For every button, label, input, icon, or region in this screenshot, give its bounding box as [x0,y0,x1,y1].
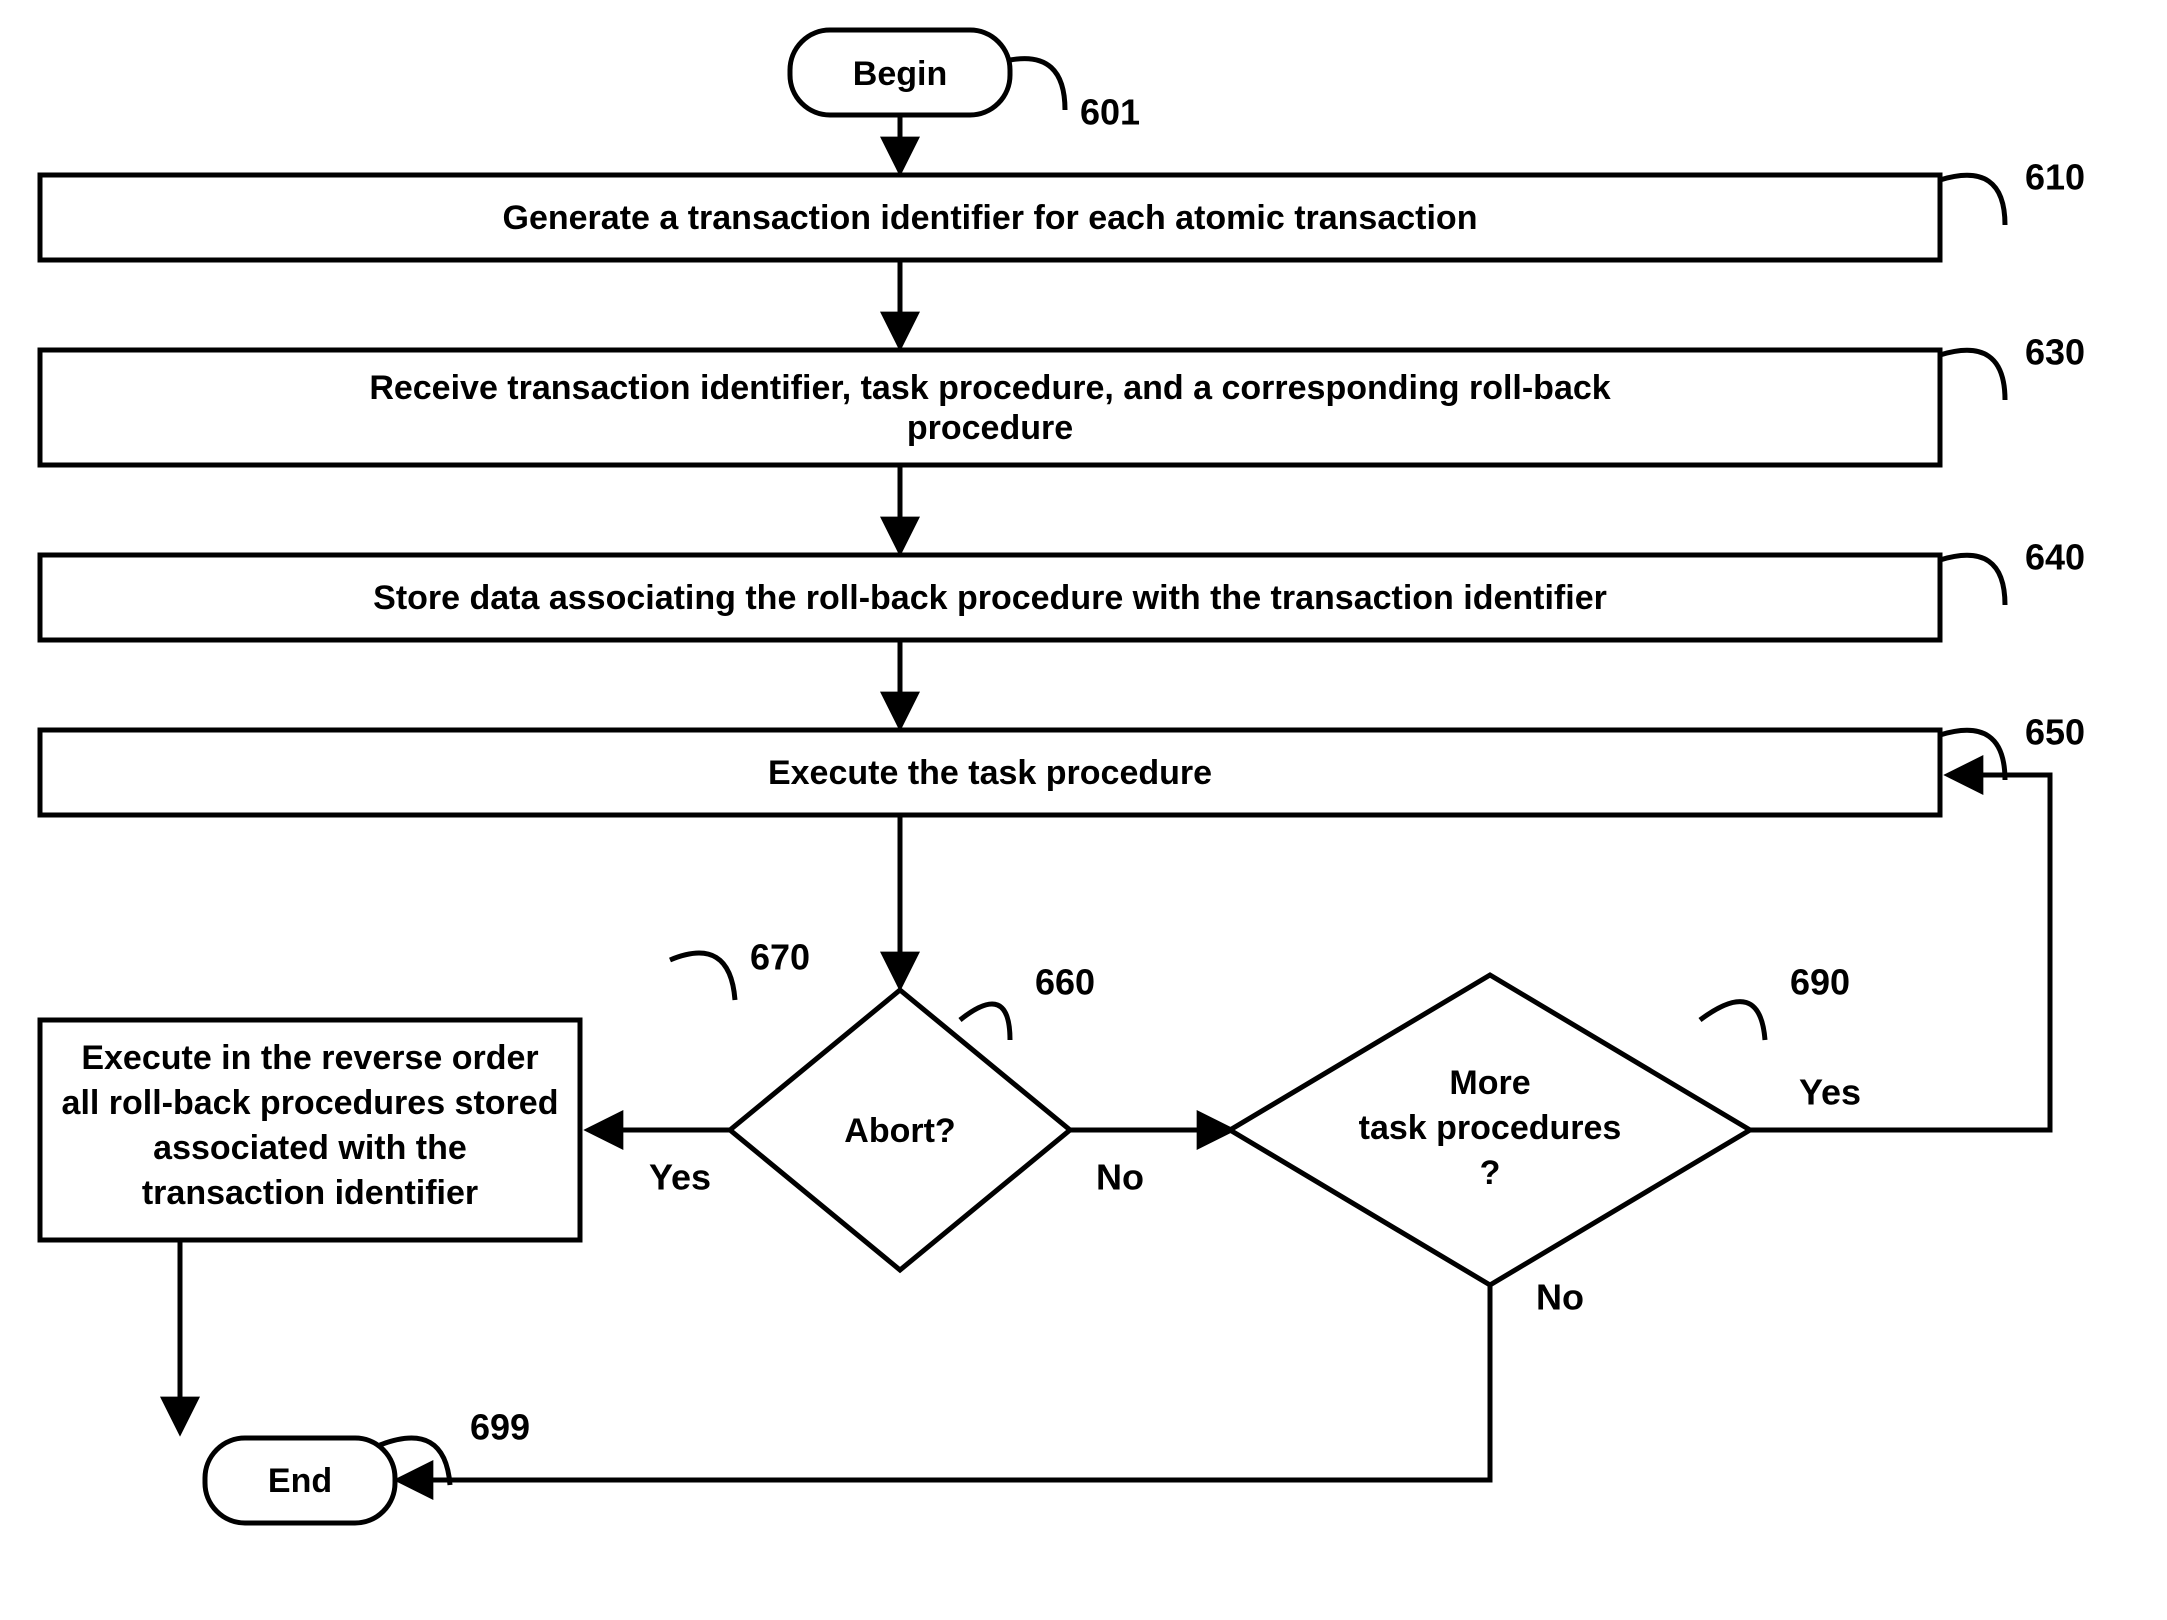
process-630-label-l1: Receive transaction identifier, task pro… [369,369,1610,407]
decision-690-label-l2: task procedures [1359,1109,1622,1147]
ref-699: 699 [470,1407,530,1448]
ref-hook-601 [1010,59,1065,110]
ref-hook-640 [1940,555,2005,605]
ref-hook-670 [670,953,735,1000]
process-640-label: Store data associating the roll-back pro… [373,579,1607,617]
ref-hook-610 [1940,175,2005,225]
arrow-690-yes-loop [1750,775,2050,1130]
end-label: End [268,1462,332,1500]
ref-hook-660 [960,1004,1010,1040]
process-630 [40,350,1940,465]
ref-650: 650 [2025,712,2085,753]
ref-690: 690 [1790,962,1850,1003]
process-670-label-l4: transaction identifier [142,1174,478,1212]
ref-hook-690 [1700,1002,1765,1040]
edge-660-yes: Yes [649,1157,711,1198]
arrow-690-no-to-end [400,1285,1490,1480]
edge-690-no: No [1536,1277,1584,1318]
ref-610: 610 [2025,157,2085,198]
process-670-label-l1: Execute in the reverse order [81,1039,538,1077]
decision-690-label-l1: More [1449,1064,1530,1102]
ref-hook-630 [1940,350,2005,400]
edge-690-yes: Yes [1799,1072,1861,1113]
process-670-label-l3: associated with the [153,1129,467,1167]
decision-690-label-l3: ? [1480,1154,1501,1192]
ref-601: 601 [1080,92,1140,133]
ref-630: 630 [2025,332,2085,373]
decision-660-label: Abort? [844,1112,955,1150]
process-650-label: Execute the task procedure [768,754,1212,792]
ref-660: 660 [1035,962,1095,1003]
edge-660-no: No [1096,1157,1144,1198]
process-630-label-l2: procedure [907,409,1073,447]
flowchart-diagram: Begin 601 Generate a transaction identif… [0,0,2167,1620]
ref-670: 670 [750,937,810,978]
process-670-label-l2: all roll-back procedures stored [62,1084,559,1122]
ref-640: 640 [2025,537,2085,578]
begin-label: Begin [853,55,947,93]
process-610-label: Generate a transaction identifier for ea… [503,199,1478,237]
